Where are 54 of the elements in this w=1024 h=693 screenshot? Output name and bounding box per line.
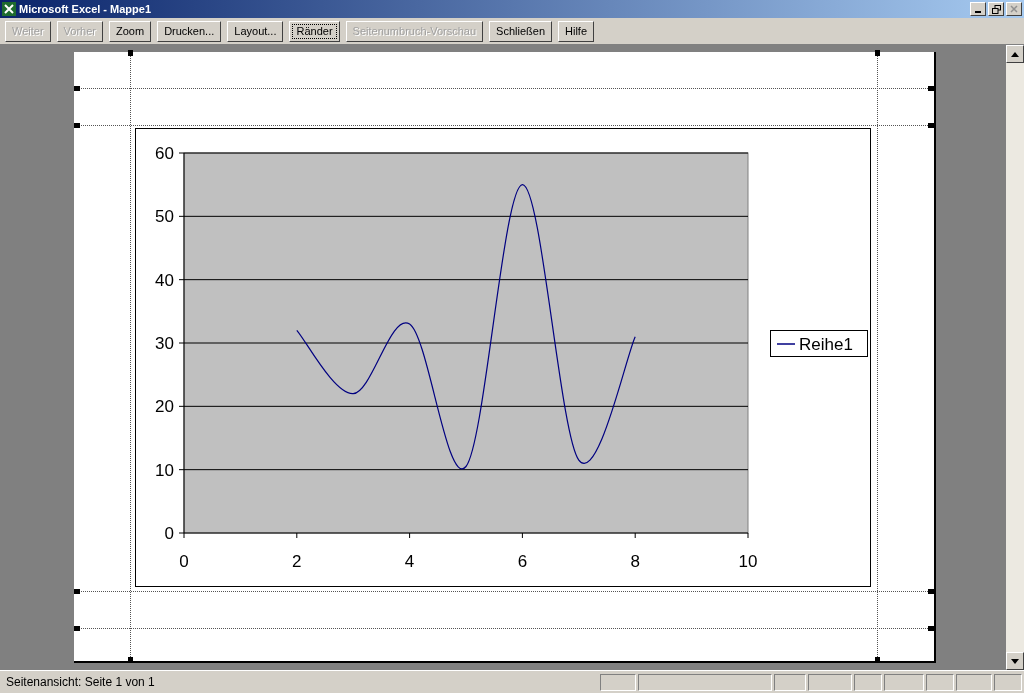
status-panel xyxy=(884,673,924,691)
y-tick-label: 0 xyxy=(164,524,174,543)
x-tick-label: 0 xyxy=(179,552,189,571)
y-tick-label: 60 xyxy=(155,144,174,163)
x-tick-label: 6 xyxy=(517,552,528,571)
margin-handle[interactable] xyxy=(74,123,80,128)
toolbar-button[interactable]: Schließen xyxy=(489,20,552,42)
window-title: Microsoft Excel - Mappe1 xyxy=(19,3,152,15)
spreadsheet-app-icon xyxy=(2,2,16,16)
toolbar-button[interactable]: Hilfe xyxy=(558,20,594,42)
scroll-down-button[interactable] xyxy=(1006,652,1024,670)
status-panel xyxy=(994,673,1022,691)
toolbar-button[interactable]: Drucken... xyxy=(157,20,222,42)
scroll-up-button[interactable] xyxy=(1006,45,1024,63)
vertical-scrollbar[interactable] xyxy=(1006,45,1024,670)
margin-handle[interactable] xyxy=(128,50,133,56)
margin-handle[interactable] xyxy=(74,86,80,91)
status-panel xyxy=(808,673,852,691)
restore-icon xyxy=(991,4,1001,14)
margin-handle[interactable] xyxy=(74,626,80,631)
margin-handle[interactable] xyxy=(928,589,934,594)
x-tick-label: 10 xyxy=(738,552,758,571)
x-tick-label: 4 xyxy=(404,552,415,571)
y-tick-label: 40 xyxy=(155,270,174,290)
y-tick-label: 20 xyxy=(155,397,174,417)
margin-handle[interactable] xyxy=(74,589,80,594)
status-text: Seitenansicht: Seite 1 von 1 xyxy=(5,675,156,689)
restore-button[interactable] xyxy=(988,2,1004,16)
margin-handle[interactable] xyxy=(128,657,133,663)
legend-line xyxy=(776,343,796,345)
margin-handle[interactable] xyxy=(928,123,934,128)
toolbar-button[interactable]: Ränder xyxy=(289,20,340,42)
y-tick-label: 50 xyxy=(155,207,174,227)
up-arrow-icon xyxy=(1011,51,1019,57)
margin-handle[interactable] xyxy=(928,86,934,91)
close-icon xyxy=(1010,5,1018,13)
margin-handle[interactable] xyxy=(875,657,880,663)
status-panel xyxy=(956,673,992,691)
x-tick-label: 2 xyxy=(292,552,302,571)
toolbar-button[interactable]: Zoom xyxy=(109,20,152,42)
down-arrow-icon xyxy=(1011,658,1019,664)
toolbar-button[interactable]: Layout... xyxy=(227,20,284,42)
status-panel xyxy=(600,673,636,691)
margin-handle[interactable] xyxy=(928,626,934,631)
margin-handle[interactable] xyxy=(875,50,880,56)
y-tick-label: 10 xyxy=(155,460,174,480)
y-tick-label: 30 xyxy=(155,334,174,353)
status-panel xyxy=(926,673,954,691)
legend-label: Reihe1 xyxy=(799,335,853,354)
x-tick-label: 8 xyxy=(630,552,640,571)
close-button[interactable] xyxy=(1006,2,1022,16)
status-panel xyxy=(854,673,882,691)
minimize-button[interactable] xyxy=(970,2,986,16)
status-panel xyxy=(774,673,806,691)
